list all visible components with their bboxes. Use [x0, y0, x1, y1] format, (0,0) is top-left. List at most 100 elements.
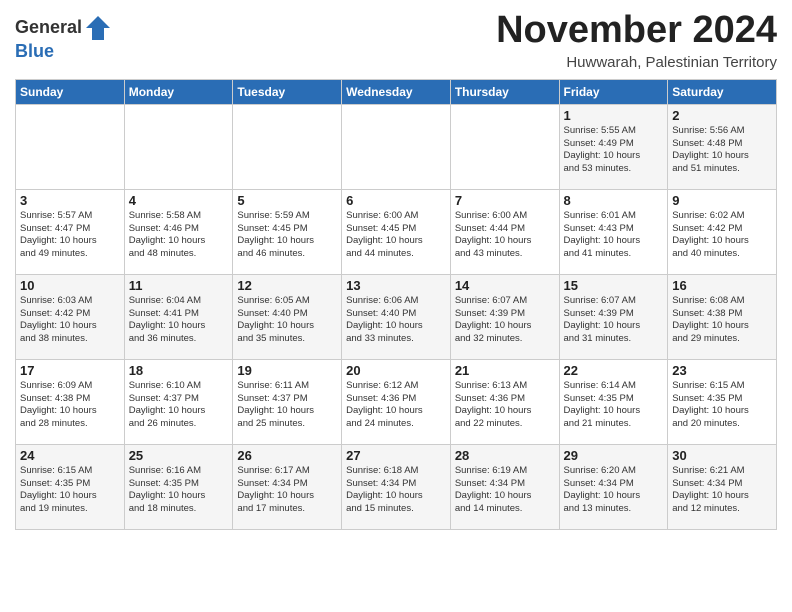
day-number: 7	[455, 193, 555, 208]
day-info: Sunrise: 6:21 AM Sunset: 4:34 PM Dayligh…	[672, 465, 772, 516]
day-info: Sunrise: 6:13 AM Sunset: 4:36 PM Dayligh…	[455, 380, 555, 431]
day-info: Sunrise: 6:10 AM Sunset: 4:37 PM Dayligh…	[129, 380, 229, 431]
day-number: 5	[237, 193, 337, 208]
calendar-cell: 4 Sunrise: 5:58 AM Sunset: 4:46 PM Daylig…	[124, 189, 233, 274]
week-row-4: 17 Sunrise: 6:09 AM Sunset: 4:38 PM Dayli…	[16, 359, 777, 444]
calendar-cell: 23 Sunrise: 6:15 AM Sunset: 4:35 PM Dayli…	[668, 359, 777, 444]
day-info: Sunrise: 6:07 AM Sunset: 4:39 PM Dayligh…	[455, 295, 555, 346]
day-info: Sunrise: 6:02 AM Sunset: 4:42 PM Dayligh…	[672, 210, 772, 261]
day-info: Sunrise: 5:56 AM Sunset: 4:48 PM Dayligh…	[672, 125, 772, 176]
header: General Blue November 2024 Huwwarah, Pal…	[15, 10, 777, 71]
day-info: Sunrise: 6:05 AM Sunset: 4:40 PM Dayligh…	[237, 295, 337, 346]
calendar-cell: 6 Sunrise: 6:00 AM Sunset: 4:45 PM Daylig…	[342, 189, 451, 274]
calendar-cell: 3 Sunrise: 5:57 AM Sunset: 4:47 PM Daylig…	[16, 189, 125, 274]
location-title: Huwwarah, Palestinian Territory	[496, 54, 777, 71]
calendar-cell	[124, 104, 233, 189]
day-number: 2	[672, 108, 772, 123]
calendar-table: SundayMondayTuesdayWednesdayThursdayFrid…	[15, 79, 777, 530]
day-number: 20	[346, 363, 446, 378]
day-info: Sunrise: 5:59 AM Sunset: 4:45 PM Dayligh…	[237, 210, 337, 261]
calendar-cell: 27Sunrise: 6:18 AM Sunset: 4:34 PM Dayli…	[342, 444, 451, 529]
calendar-cell: 25Sunrise: 6:16 AM Sunset: 4:35 PM Dayli…	[124, 444, 233, 529]
day-number: 8	[564, 193, 664, 208]
day-number: 3	[20, 193, 120, 208]
day-info: Sunrise: 6:00 AM Sunset: 4:45 PM Dayligh…	[346, 210, 446, 261]
calendar-cell	[450, 104, 559, 189]
day-info: Sunrise: 6:20 AM Sunset: 4:34 PM Dayligh…	[564, 465, 664, 516]
day-info: Sunrise: 6:00 AM Sunset: 4:44 PM Dayligh…	[455, 210, 555, 261]
calendar-cell: 16 Sunrise: 6:08 AM Sunset: 4:38 PM Dayli…	[668, 274, 777, 359]
logo-blue-text: Blue	[15, 41, 54, 61]
day-number: 24	[20, 448, 120, 463]
day-number: 23	[672, 363, 772, 378]
day-info: Sunrise: 6:17 AM Sunset: 4:34 PM Dayligh…	[237, 465, 337, 516]
day-number: 29	[564, 448, 664, 463]
day-number: 28	[455, 448, 555, 463]
calendar-cell: 8Sunrise: 6:01 AM Sunset: 4:43 PM Daylig…	[559, 189, 668, 274]
day-info: Sunrise: 6:15 AM Sunset: 4:35 PM Dayligh…	[20, 465, 120, 516]
day-info: Sunrise: 6:14 AM Sunset: 4:35 PM Dayligh…	[564, 380, 664, 431]
day-number: 17	[20, 363, 120, 378]
day-info: Sunrise: 6:03 AM Sunset: 4:42 PM Dayligh…	[20, 295, 120, 346]
day-number: 15	[564, 278, 664, 293]
week-row-5: 24 Sunrise: 6:15 AM Sunset: 4:35 PM Dayli…	[16, 444, 777, 529]
column-header-wednesday: Wednesday	[342, 79, 451, 104]
day-number: 21	[455, 363, 555, 378]
calendar-cell: 5 Sunrise: 5:59 AM Sunset: 4:45 PM Daylig…	[233, 189, 342, 274]
calendar-cell: 28 Sunrise: 6:19 AM Sunset: 4:34 PM Dayli…	[450, 444, 559, 529]
week-row-3: 10 Sunrise: 6:03 AM Sunset: 4:42 PM Dayli…	[16, 274, 777, 359]
day-info: Sunrise: 6:04 AM Sunset: 4:41 PM Dayligh…	[129, 295, 229, 346]
calendar-cell: 18 Sunrise: 6:10 AM Sunset: 4:37 PM Dayli…	[124, 359, 233, 444]
day-info: Sunrise: 6:09 AM Sunset: 4:38 PM Dayligh…	[20, 380, 120, 431]
day-info: Sunrise: 6:06 AM Sunset: 4:40 PM Dayligh…	[346, 295, 446, 346]
day-number: 30	[672, 448, 772, 463]
calendar-cell: 12Sunrise: 6:05 AM Sunset: 4:40 PM Dayli…	[233, 274, 342, 359]
day-info: Sunrise: 6:11 AM Sunset: 4:37 PM Dayligh…	[237, 380, 337, 431]
day-number: 6	[346, 193, 446, 208]
day-info: Sunrise: 6:19 AM Sunset: 4:34 PM Dayligh…	[455, 465, 555, 516]
day-number: 14	[455, 278, 555, 293]
week-row-1: 1 Sunrise: 5:55 AM Sunset: 4:49 PM Daylig…	[16, 104, 777, 189]
column-header-thursday: Thursday	[450, 79, 559, 104]
column-header-saturday: Saturday	[668, 79, 777, 104]
day-info: Sunrise: 5:57 AM Sunset: 4:47 PM Dayligh…	[20, 210, 120, 261]
column-header-tuesday: Tuesday	[233, 79, 342, 104]
calendar-cell: 11 Sunrise: 6:04 AM Sunset: 4:41 PM Dayli…	[124, 274, 233, 359]
day-number: 1	[564, 108, 664, 123]
calendar-cell	[342, 104, 451, 189]
day-number: 16	[672, 278, 772, 293]
day-info: Sunrise: 5:55 AM Sunset: 4:49 PM Dayligh…	[564, 125, 664, 176]
day-info: Sunrise: 6:15 AM Sunset: 4:35 PM Dayligh…	[672, 380, 772, 431]
month-title: November 2024	[496, 10, 777, 52]
calendar-cell: 7 Sunrise: 6:00 AM Sunset: 4:44 PM Daylig…	[450, 189, 559, 274]
day-number: 22	[564, 363, 664, 378]
calendar-cell: 20Sunrise: 6:12 AM Sunset: 4:36 PM Dayli…	[342, 359, 451, 444]
column-header-friday: Friday	[559, 79, 668, 104]
calendar-cell: 19Sunrise: 6:11 AM Sunset: 4:37 PM Dayli…	[233, 359, 342, 444]
day-info: Sunrise: 6:07 AM Sunset: 4:39 PM Dayligh…	[564, 295, 664, 346]
calendar-cell: 24 Sunrise: 6:15 AM Sunset: 4:35 PM Dayli…	[16, 444, 125, 529]
day-number: 11	[129, 278, 229, 293]
calendar-cell: 21 Sunrise: 6:13 AM Sunset: 4:36 PM Dayli…	[450, 359, 559, 444]
calendar-cell: 22 Sunrise: 6:14 AM Sunset: 4:35 PM Dayli…	[559, 359, 668, 444]
day-info: Sunrise: 5:58 AM Sunset: 4:46 PM Dayligh…	[129, 210, 229, 261]
header-row: SundayMondayTuesdayWednesdayThursdayFrid…	[16, 79, 777, 104]
calendar-cell	[16, 104, 125, 189]
calendar-cell: 9 Sunrise: 6:02 AM Sunset: 4:42 PM Daylig…	[668, 189, 777, 274]
week-row-2: 3 Sunrise: 5:57 AM Sunset: 4:47 PM Daylig…	[16, 189, 777, 274]
day-number: 27	[346, 448, 446, 463]
calendar-cell: 29 Sunrise: 6:20 AM Sunset: 4:34 PM Dayli…	[559, 444, 668, 529]
logo-general-text: General	[15, 18, 82, 38]
day-number: 26	[237, 448, 337, 463]
day-number: 4	[129, 193, 229, 208]
calendar-cell: 15 Sunrise: 6:07 AM Sunset: 4:39 PM Dayli…	[559, 274, 668, 359]
day-number: 10	[20, 278, 120, 293]
calendar-cell: 14 Sunrise: 6:07 AM Sunset: 4:39 PM Dayli…	[450, 274, 559, 359]
column-header-monday: Monday	[124, 79, 233, 104]
day-number: 18	[129, 363, 229, 378]
calendar-cell: 10 Sunrise: 6:03 AM Sunset: 4:42 PM Dayli…	[16, 274, 125, 359]
day-number: 9	[672, 193, 772, 208]
day-info: Sunrise: 6:16 AM Sunset: 4:35 PM Dayligh…	[129, 465, 229, 516]
logo-area: General Blue	[15, 10, 112, 62]
day-info: Sunrise: 6:08 AM Sunset: 4:38 PM Dayligh…	[672, 295, 772, 346]
